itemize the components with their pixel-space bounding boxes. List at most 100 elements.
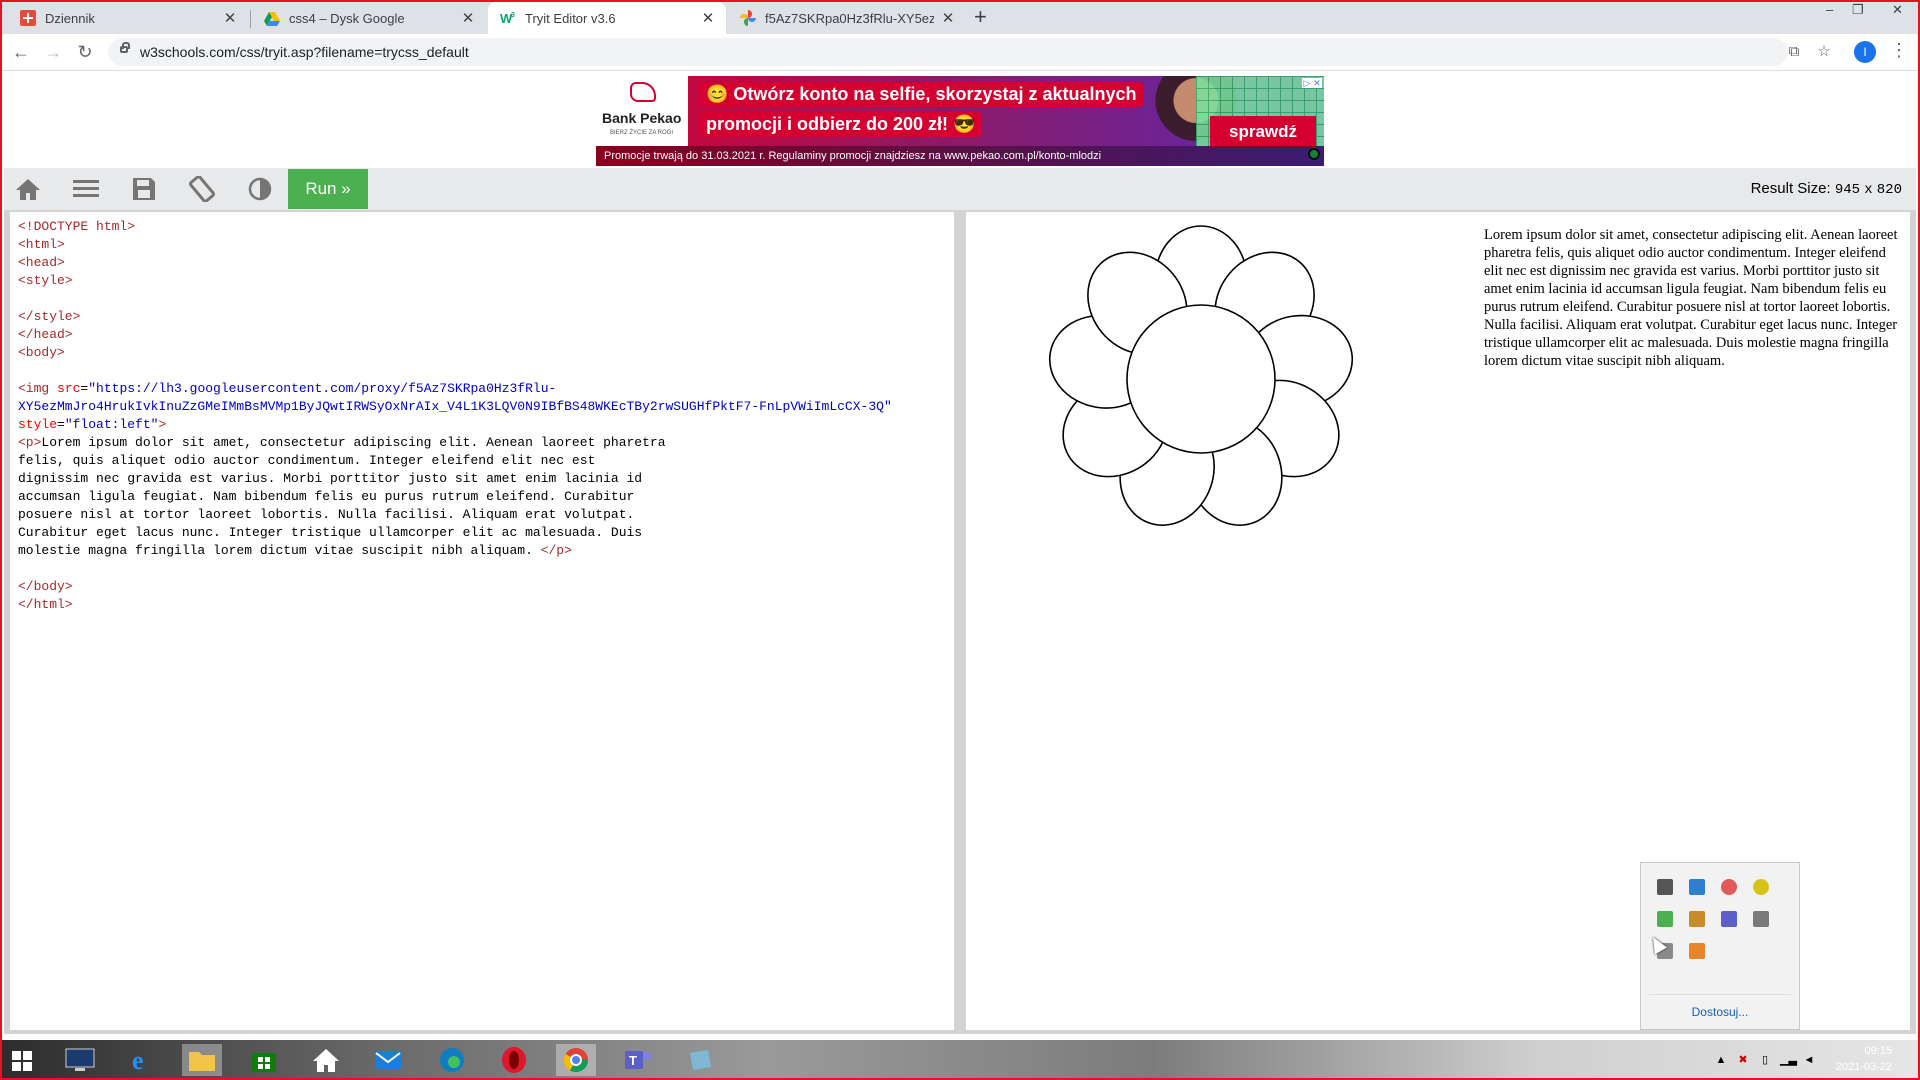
back-arrow-icon[interactable]: ← (10, 41, 32, 63)
tab-close-icon[interactable]: ✕ (460, 9, 476, 27)
result-width: 945 (1834, 182, 1861, 198)
dark-mode-icon[interactable] (246, 176, 274, 202)
librus-icon (20, 10, 36, 26)
svg-text:3: 3 (511, 12, 515, 19)
update-icon[interactable] (1689, 879, 1705, 895)
address-bar[interactable]: w3schools.com/css/tryit.asp?filename=try… (108, 38, 1831, 66)
tab-close-icon[interactable]: ✕ (700, 9, 716, 27)
code-line: <body> (18, 345, 65, 360)
code-value: "float:left" (64, 417, 159, 432)
teams-icon[interactable]: T (618, 1044, 658, 1076)
network-icon[interactable] (1753, 879, 1769, 895)
chrome-icon[interactable] (556, 1044, 596, 1076)
volume-icon[interactable]: ◄ (1802, 1054, 1816, 1066)
code-line: </body> (18, 579, 73, 594)
tab-separator (250, 10, 251, 28)
checkmark-icon[interactable] (1657, 911, 1673, 927)
adchoices-icon[interactable]: ▷ (1302, 78, 1312, 88)
code-attr: src (57, 381, 81, 396)
security-icon[interactable] (1721, 879, 1737, 895)
url-text: w3schools.com/css/tryit.asp?filename=try… (140, 44, 469, 60)
code-value: "https://lh3.googleusercontent.com/proxy… (18, 381, 892, 414)
run-button[interactable]: Run » (288, 169, 368, 209)
lock-icon[interactable] (120, 42, 130, 53)
ad-cta-button[interactable]: sprawdź (1210, 116, 1316, 148)
network-error-icon[interactable]: ✖ (1736, 1054, 1750, 1066)
google-drive-icon (264, 12, 280, 26)
code-text[interactable]: <!DOCTYPE html> <html> <head> <style> </… (18, 218, 892, 614)
home-app-icon[interactable] (306, 1044, 346, 1076)
home-icon[interactable] (14, 176, 42, 202)
tab-tryit-editor[interactable]: W3 Tryit Editor v3.6 ✕ (488, 2, 726, 34)
battery-icon[interactable]: ▯ (1758, 1054, 1772, 1066)
show-hidden-icons[interactable]: ▲ (1714, 1054, 1728, 1066)
ad-headline-1: 😊 Otwórz konto na selfie, skorzystaj z a… (700, 82, 1143, 107)
code-p-close: </p> (540, 543, 572, 558)
tab-close-icon[interactable]: ✕ (222, 9, 238, 27)
result-height: 820 (1876, 182, 1902, 198)
restore-icon[interactable]: ❐ (1852, 2, 1864, 18)
bank-pekao-logo: Bank Pekao BIERZ ŻYCIE ZA ROGI (596, 76, 688, 146)
bookmark-star-icon[interactable]: ☆ (1814, 42, 1834, 62)
tab-dziennik[interactable]: Dziennik ✕ (8, 2, 248, 34)
ad-brand: Bank Pekao (602, 110, 682, 126)
code-line: </head> (18, 327, 73, 342)
notepad-icon[interactable] (680, 1044, 720, 1076)
code-line: <html> (18, 237, 65, 252)
menu-icon[interactable] (72, 176, 100, 202)
ad-banner[interactable]: Bank Pekao BIERZ ŻYCIE ZA ROGI 😊 Otwórz … (596, 76, 1324, 166)
mail-icon[interactable] (368, 1044, 408, 1076)
result-size-label: Result Size: (1750, 180, 1831, 197)
result-x: x (1864, 182, 1873, 198)
wifi-icon[interactable]: ▁▃ (1780, 1054, 1797, 1066)
app-tray-icon[interactable] (1689, 943, 1705, 959)
code-line: <head> (18, 255, 65, 270)
tab-title: css4 – Dysk Google (289, 10, 405, 26)
tab-close-icon[interactable]: ✕ (940, 9, 956, 27)
teams-tray-icon[interactable] (1721, 911, 1737, 927)
package-icon[interactable] (1689, 911, 1705, 927)
new-tab-icon[interactable]: + (974, 6, 987, 28)
svg-text:T: T (629, 1053, 637, 1068)
ad-slogan: BIERZ ŻYCIE ZA ROGI (610, 130, 674, 136)
reload-icon[interactable]: ↻ (74, 41, 96, 63)
display-icon[interactable] (1657, 879, 1673, 895)
tab-google-drive[interactable]: css4 – Dysk Google ✕ (252, 2, 486, 34)
windows-start-icon[interactable] (12, 1051, 32, 1071)
clock-time: 09:15 (1864, 1045, 1892, 1057)
ad-footer-text: Promocje trwają do 31.03.2021 r. Regulam… (596, 146, 1324, 166)
clock-date: 2021-03-22 (1835, 1061, 1892, 1073)
forward-arrow-icon[interactable]: → (42, 41, 64, 63)
file-explorer-icon[interactable] (182, 1044, 222, 1076)
taskbar: e T ▲ ✖ ▯ ▁▃ ◄ 09:15 2021-03-22 (0, 1040, 1920, 1080)
tab-image-proxy[interactable]: f5Az7SKRpa0Hz3fRlu-XY5ezMm… ✕ (728, 2, 966, 34)
flower-image (1048, 225, 1354, 526)
code-line: </style> (18, 309, 81, 324)
customize-link[interactable]: Dostosuj... (1641, 1005, 1799, 1019)
kebab-menu-icon[interactable]: ⋮ (1890, 40, 1908, 61)
translate-icon[interactable]: ⧉ (1784, 42, 1804, 62)
lenovo-icon[interactable] (60, 1044, 100, 1076)
device-icon[interactable] (1753, 911, 1769, 927)
w3schools-icon: W3 (500, 11, 515, 26)
rotate-orientation-icon[interactable] (188, 176, 216, 202)
tab-strip: Dziennik ✕ css4 – Dysk Google ✕ W3 Tryit… (0, 0, 1920, 34)
microsoft-store-icon[interactable] (244, 1044, 284, 1076)
profile-avatar[interactable]: I (1854, 41, 1876, 63)
edge-icon[interactable] (432, 1044, 472, 1076)
window-close-icon[interactable]: ✕ (1892, 2, 1903, 18)
code-p-text: Lorem ipsum dolor sit amet, consectetur … (18, 435, 666, 558)
flower-center (1126, 304, 1276, 454)
internet-explorer-icon[interactable]: e (122, 1044, 162, 1076)
result-size: Result Size: 945 x 820 (1751, 180, 1902, 198)
ad-close-icon[interactable]: ✕ (1312, 78, 1322, 88)
code-editor[interactable]: <!DOCTYPE html> <html> <head> <style> </… (10, 212, 954, 1030)
minimize-icon[interactable]: – (1826, 2, 1833, 17)
divider (1649, 994, 1791, 995)
save-icon[interactable] (130, 176, 158, 202)
browser-toolbar: ← → ↻ w3schools.com/css/tryit.asp?filena… (0, 34, 1920, 71)
opera-icon[interactable] (494, 1044, 534, 1076)
system-clock[interactable]: 09:15 2021-03-22 (1836, 1043, 1892, 1075)
svg-text:e: e (132, 1046, 144, 1074)
code-tag: > (158, 417, 167, 432)
